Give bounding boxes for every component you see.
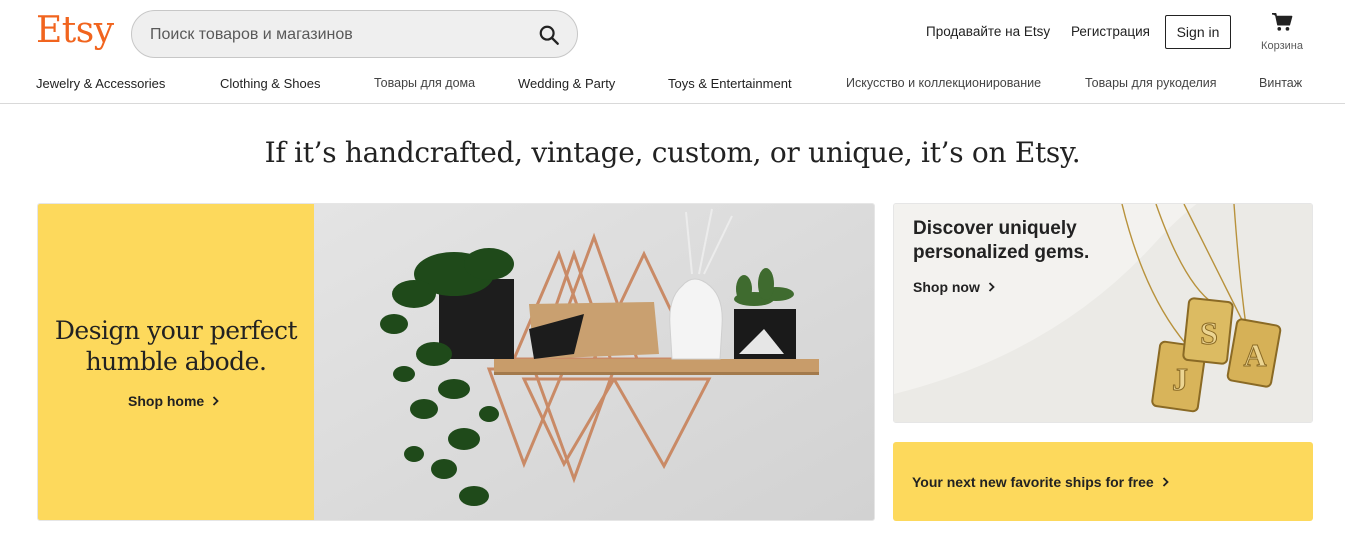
chevron-right-icon [1162, 477, 1169, 487]
free-shipping-card[interactable]: Your next new favorite ships for free [893, 442, 1313, 521]
home-hero-banner[interactable]: Design your perfect humble abode. Shop h… [37, 203, 875, 521]
free-shipping-label: Your next new favorite ships for free [912, 474, 1154, 490]
pendant-letter-j: J [1172, 361, 1188, 397]
sell-on-etsy-link[interactable]: Продавайте на Etsy [926, 24, 1050, 39]
gems-title: Discover uniquely personalized gems. [913, 218, 1090, 263]
category-jewelry[interactable]: Jewelry & Accessories [36, 76, 165, 91]
category-home[interactable]: Товары для дома [374, 76, 475, 90]
category-nav: Jewelry & Accessories Clothing & Shoes Т… [0, 66, 1345, 104]
cart-icon [1272, 13, 1293, 31]
cart-label: Корзина [1261, 40, 1303, 52]
search-bar [131, 10, 578, 58]
cart-button[interactable]: Корзина [1254, 12, 1310, 56]
shop-now-link[interactable]: Shop now [913, 279, 995, 295]
site-header: Etsy Продавайте на Etsy Регистрация Sign… [0, 0, 1345, 66]
category-vintage[interactable]: Винтаж [1259, 76, 1302, 90]
chevron-right-icon [988, 282, 995, 292]
personalized-gems-card[interactable]: J S A Discover uniquely personalized gem… [893, 203, 1313, 423]
category-toys[interactable]: Toys & Entertainment [668, 76, 792, 91]
shelf-illustration [314, 204, 874, 520]
category-art[interactable]: Искусство и коллекционирование [846, 76, 1041, 90]
free-shipping-link[interactable]: Your next new favorite ships for free [912, 474, 1169, 490]
shop-home-label: Shop home [128, 393, 205, 409]
shop-now-label: Shop now [913, 279, 980, 295]
etsy-logo[interactable]: Etsy [36, 10, 114, 51]
page-headline: If it’s handcrafted, vintage, custom, or… [264, 136, 1081, 169]
sign-in-button[interactable]: Sign in [1165, 15, 1231, 49]
hero-title: Design your perfect humble abode. [54, 316, 298, 376]
search-button[interactable] [535, 21, 563, 49]
hero-text-panel: Design your perfect humble abode. Shop h… [38, 204, 314, 520]
search-input[interactable] [150, 23, 520, 47]
pendant-letter-a: A [1243, 337, 1266, 373]
category-wedding[interactable]: Wedding & Party [518, 76, 615, 91]
register-link[interactable]: Регистрация [1071, 24, 1150, 39]
category-clothing[interactable]: Clothing & Shoes [220, 76, 320, 91]
search-icon [539, 25, 559, 45]
shelf-photo [314, 204, 874, 520]
category-craft[interactable]: Товары для рукоделия [1085, 76, 1217, 90]
chevron-right-icon [213, 396, 220, 406]
shop-home-link[interactable]: Shop home [128, 393, 220, 409]
pendant-letter-s: S [1200, 315, 1218, 351]
